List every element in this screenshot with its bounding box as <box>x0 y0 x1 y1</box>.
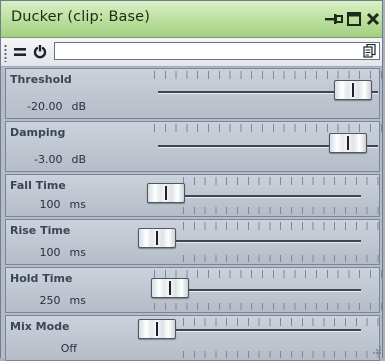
param-name: Rise Time <box>10 224 71 237</box>
param-value[interactable]: 250 ms <box>10 294 86 307</box>
slider-thumb[interactable] <box>334 80 372 100</box>
slider-ticks <box>183 318 385 326</box>
param-value-number: 100 <box>39 198 61 211</box>
param-value[interactable]: 100 ms <box>10 246 86 259</box>
param-row: Fall Time 100 ms <box>5 174 385 217</box>
toolbar <box>1 38 382 67</box>
plugin-window: Ducker (clip: Base) Threshold -20.00 dB … <box>0 0 385 361</box>
slider-thumb[interactable] <box>147 183 185 203</box>
slider-track[interactable] <box>156 195 361 198</box>
param-value[interactable]: Off <box>10 342 86 355</box>
param-unit: dB <box>71 100 86 113</box>
param-value-number: Off <box>60 342 77 355</box>
slider-ticks <box>154 71 384 79</box>
param-value-number: 100 <box>39 246 61 259</box>
slider-thumb[interactable] <box>138 228 176 248</box>
param-row: Damping -3.00 dB <box>5 121 384 172</box>
slider-thumb[interactable] <box>138 319 176 339</box>
window-title: Ducker (clip: Base) <box>11 9 150 25</box>
slider-ticks <box>154 270 384 278</box>
slider-ticks <box>183 177 385 185</box>
menu-icon[interactable] <box>14 46 26 58</box>
param-row: Threshold -20.00 dB <box>5 68 384 119</box>
param-value[interactable]: -20.00 dB <box>10 100 86 113</box>
slider-ticks-bottom <box>183 255 385 262</box>
param-value-number: -3.00 <box>34 153 63 166</box>
pin-icon[interactable] <box>324 11 344 27</box>
resize-grip-icon[interactable] <box>372 345 382 355</box>
param-name: Damping <box>10 126 66 139</box>
param-name: Hold Time <box>10 272 73 285</box>
slider-ticks-bottom <box>183 351 385 358</box>
slider-ticks <box>154 124 384 132</box>
param-unit: ms <box>69 198 86 211</box>
slider-track[interactable] <box>156 240 361 243</box>
slider-thumb[interactable] <box>329 133 367 153</box>
param-unit: dB <box>71 153 86 166</box>
toolbar-grip[interactable] <box>4 44 7 62</box>
param-value[interactable]: -3.00 dB <box>10 153 86 166</box>
maximize-icon[interactable] <box>346 11 362 27</box>
param-unit: ms <box>69 246 86 259</box>
slider-thumb[interactable] <box>151 278 189 298</box>
slider-ticks <box>183 222 385 230</box>
title-bar[interactable]: Ducker (clip: Base) <box>1 1 382 38</box>
param-row: Rise Time 100 ms <box>5 219 385 265</box>
preset-icon[interactable] <box>363 44 376 58</box>
param-name: Mix Mode <box>10 320 70 333</box>
slider-ticks-bottom <box>183 207 385 214</box>
param-name: Threshold <box>10 73 72 86</box>
param-unit: ms <box>69 294 86 307</box>
param-name: Fall Time <box>10 179 66 192</box>
close-icon[interactable] <box>365 11 381 27</box>
power-icon[interactable] <box>33 44 47 59</box>
slider-ticks-bottom <box>154 303 384 310</box>
param-row: Hold Time 250 ms <box>5 267 384 313</box>
param-value[interactable]: 100 ms <box>10 198 86 211</box>
slider-track[interactable] <box>156 329 361 332</box>
param-row: Mix Mode Off <box>5 315 385 361</box>
param-value-number: 250 <box>39 294 61 307</box>
preset-field[interactable] <box>54 42 380 60</box>
param-value-number: -20.00 <box>27 100 63 113</box>
